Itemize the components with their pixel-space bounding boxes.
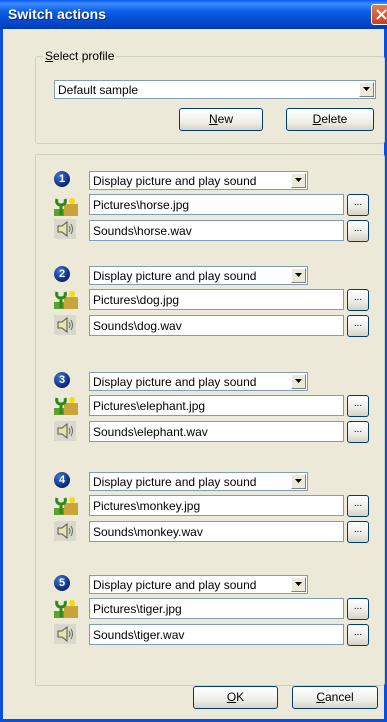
picture-icon [54,198,78,216]
action-3-number-icon: 3 [54,372,70,388]
action-1-picture-field[interactable]: Pictures\horse.jpg [89,194,344,215]
chevron-down-icon [363,87,370,91]
action-3-sound-field[interactable]: Sounds\elephant.wav [89,421,344,442]
action-2-picture-field[interactable]: Pictures\dog.jpg [89,289,344,310]
close-icon [376,9,387,20]
chevron-down-icon [295,479,302,483]
close-button[interactable] [371,4,387,25]
action-2-mode-dropdown[interactable]: Display picture and play sound [89,266,308,285]
action-2-picture-browse-button[interactable]: ... [347,289,369,311]
action-5-sound-browse-button[interactable]: ... [347,624,369,646]
picture-icon [54,600,78,618]
title-bar[interactable]: Switch actions [0,0,387,29]
picture-icon [54,291,78,309]
action-3-mode-dropdown[interactable]: Display picture and play sound [89,372,308,391]
switch-actions-group: 1 Display picture and play sound Picture… [35,154,385,686]
speaker-icon [54,521,76,541]
action-4-picture-browse-button[interactable]: ... [347,495,369,517]
action-4-sound-browse-button[interactable]: ... [347,521,369,543]
action-5-sound-field[interactable]: Sounds\tiger.wav [89,624,344,645]
action-1-sound-browse-button[interactable]: ... [347,220,369,242]
speaker-icon [54,421,76,441]
speaker-icon [54,624,76,644]
action-3-picture-browse-button[interactable]: ... [347,395,369,417]
action-1-picture-browse-button[interactable]: ... [347,194,369,216]
action-1-sound-field[interactable]: Sounds\horse.wav [89,220,344,241]
cancel-button[interactable]: Cancel [292,686,378,709]
action-3-sound-browse-button[interactable]: ... [347,421,369,443]
select-profile-label: Select profile [43,49,117,63]
chevron-down-icon [295,178,302,182]
action-2-sound-field[interactable]: Sounds\dog.wav [89,315,344,336]
speaker-icon [54,315,76,335]
action-4-mode-dropdown[interactable]: Display picture and play sound [89,472,308,491]
action-1-number-icon: 1 [54,171,70,187]
profile-dropdown[interactable]: Default sample [54,80,376,99]
action-2-number-icon: 2 [54,266,70,282]
action-4-picture-field[interactable]: Pictures\monkey.jpg [89,495,344,516]
new-button[interactable]: New [179,108,263,131]
action-3-picture-field[interactable]: Pictures\elephant.jpg [89,395,344,416]
delete-button[interactable]: Delete [286,108,374,131]
chevron-down-icon [295,379,302,383]
action-4-number-icon: 4 [54,472,70,488]
chevron-down-icon [295,273,302,277]
action-5-picture-browse-button[interactable]: ... [347,598,369,620]
action-1-mode-dropdown[interactable]: Display picture and play sound [89,171,308,190]
profile-selected-value: Default sample [58,83,139,97]
action-5-mode-dropdown[interactable]: Display picture and play sound [89,575,308,594]
speaker-icon [54,219,76,239]
action-5-number-icon: 5 [54,575,70,591]
chevron-down-icon [295,582,302,586]
action-4-sound-field[interactable]: Sounds\monkey.wav [89,521,344,542]
ok-button[interactable]: OK [193,686,278,709]
picture-icon [54,397,78,415]
picture-icon [54,497,78,515]
window-title: Switch actions [8,6,107,22]
switch-actions-dialog: Switch actions Select profile Default sa… [0,0,387,722]
action-5-picture-field[interactable]: Pictures\tiger.jpg [89,598,344,619]
action-2-sound-browse-button[interactable]: ... [347,315,369,337]
profile-dropdown-arrow[interactable] [359,82,374,97]
select-profile-group: Select profile Default sample New Delete [35,49,385,144]
